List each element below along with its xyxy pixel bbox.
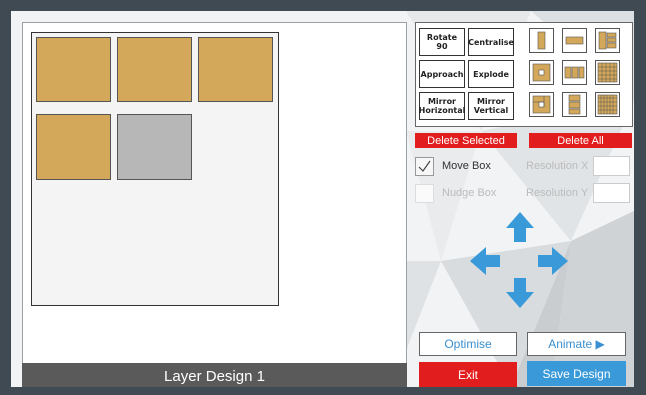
box-piece[interactable] <box>36 114 111 180</box>
pattern-grid-icon[interactable] <box>595 60 620 85</box>
box-piece-selected[interactable] <box>117 114 192 180</box>
pattern-interlock-icon[interactable] <box>595 28 620 53</box>
pattern-single-vertical-icon[interactable] <box>529 28 554 53</box>
delete-all-button[interactable]: Delete All <box>529 133 632 148</box>
pattern-columns-icon[interactable] <box>562 60 587 85</box>
app-frame: Layer Design 1 Rotate 90 Centralise Appr… <box>0 0 646 395</box>
resolution-y-input[interactable] <box>593 183 630 203</box>
resolution-x-label: Resolution X <box>526 160 589 172</box>
mirror-vertical-line1: Mirror <box>476 97 506 106</box>
app-window: Layer Design 1 Rotate 90 Centralise Appr… <box>11 11 634 387</box>
arrow-down-icon[interactable] <box>505 276 535 310</box>
pattern-single-horizontal-icon[interactable] <box>562 28 587 53</box>
layer-board[interactable] <box>31 32 279 306</box>
mirror-vertical-button[interactable]: Mirror Vertical <box>468 92 514 120</box>
pattern-dense-grid-icon[interactable] <box>595 92 620 117</box>
optimise-button[interactable]: Optimise <box>419 332 517 356</box>
move-box-checkbox[interactable] <box>415 157 434 176</box>
move-box-label: Move Box <box>442 160 491 172</box>
approach-button[interactable]: Approach <box>419 60 465 88</box>
rotate-button[interactable]: Rotate 90 <box>419 28 465 56</box>
arrow-left-icon[interactable] <box>468 246 502 276</box>
nudge-box-checkbox[interactable] <box>415 184 434 203</box>
mirror-horizontal-line2: Horizontal <box>418 106 466 115</box>
box-piece[interactable] <box>117 37 192 102</box>
resolution-x-input[interactable] <box>593 156 630 176</box>
checkmark-icon <box>418 160 431 172</box>
nudge-box-label: Nudge Box <box>442 187 497 199</box>
pattern-pinwheel-icon[interactable] <box>529 92 554 117</box>
explode-button[interactable]: Explode <box>468 60 514 88</box>
mirror-horizontal-line1: Mirror <box>427 97 457 106</box>
delete-selected-button[interactable]: Delete Selected <box>415 133 517 148</box>
pattern-rows-icon[interactable] <box>562 92 587 117</box>
mirror-vertical-line2: Vertical <box>473 106 509 115</box>
arrow-right-icon[interactable] <box>536 246 570 276</box>
resolution-y-label: Resolution Y <box>526 187 589 199</box>
arrow-up-icon[interactable] <box>505 210 535 244</box>
mirror-horizontal-button[interactable]: Mirror Horizontal <box>419 92 465 120</box>
centralise-button[interactable]: Centralise <box>468 28 514 56</box>
exit-button[interactable]: Exit <box>419 362 517 387</box>
layer-title: Layer Design 1 <box>22 363 407 387</box>
save-design-button[interactable]: Save Design <box>527 361 626 386</box>
pattern-ring-icon[interactable] <box>529 60 554 85</box>
tools-panel: Rotate 90 Centralise Approach Explode Mi… <box>415 22 633 127</box>
box-piece[interactable] <box>198 37 273 102</box>
animate-button[interactable]: Animate ▶ <box>527 332 626 356</box>
box-piece[interactable] <box>36 37 111 102</box>
design-canvas[interactable] <box>22 22 407 372</box>
